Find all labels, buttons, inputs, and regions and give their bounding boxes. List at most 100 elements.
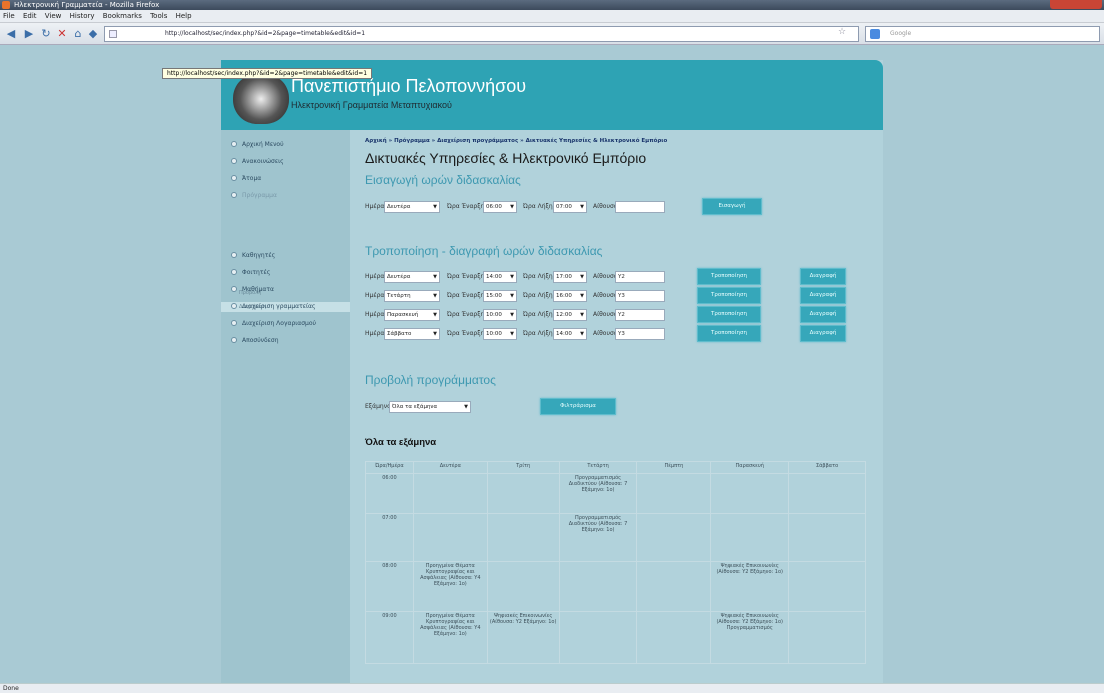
star-icon[interactable]: ☆	[838, 27, 846, 37]
table-row: 06:00 Προγραμματισμός Διαδικτύου (Αίθουσ…	[365, 473, 866, 514]
bullet-icon	[231, 141, 237, 147]
breadcrumb[interactable]: Αρχική » Πρόγραμμα » Διαχείριση προγράμμ…	[365, 138, 667, 144]
sidebar-item-courses[interactable]: Μαθήματα	[231, 286, 274, 293]
edit-button[interactable]: Τροποποίηση	[697, 268, 761, 285]
university-logo	[233, 74, 289, 124]
edit-button[interactable]: Τροποποίηση	[697, 325, 761, 342]
room-input[interactable]: Υ3	[615, 290, 665, 302]
home-icon[interactable]: ⌂	[72, 26, 84, 41]
navigation-toolbar: ◀ ▶ ↻ ✕ ⌂ ◆ http://localhost/sec/index.p…	[0, 23, 1104, 45]
sidebar-item-home[interactable]: Αρχική Μενού	[231, 141, 284, 148]
table-cell	[710, 513, 790, 562]
menu-view[interactable]: View	[45, 12, 62, 20]
end-select[interactable]: 12:00 ▼	[553, 309, 587, 321]
semester-select-value: Όλα τα εξάμηνα	[392, 404, 438, 410]
sidebar-item-announcements[interactable]: Ανακοινώσεις	[231, 158, 284, 165]
room-input[interactable]: Υ3	[615, 328, 665, 340]
table-row: 08:00 Προηγμένα Θέματα Κρυπτογραφίας και…	[365, 561, 866, 612]
start-select[interactable]: 14:00 ▼	[483, 271, 517, 283]
bullet-icon	[231, 269, 237, 275]
day-select[interactable]: Τετάρτη ▼	[384, 290, 440, 302]
menu-help[interactable]: Help	[176, 12, 192, 20]
dropdown-arrow-icon: ▼	[580, 331, 584, 337]
room-label: Αίθουσα	[593, 330, 618, 337]
semester-select[interactable]: Όλα τα εξάμηνα ▼	[389, 401, 471, 413]
end-label: Ώρα Λήξης	[523, 292, 557, 299]
search-placeholder: Google	[890, 30, 912, 37]
sidebar-item-account-admin[interactable]: Διαχείριση Λογαριασμού	[231, 320, 316, 327]
window-close-button[interactable]	[1050, 0, 1102, 9]
sidebar-item-students[interactable]: Φοιτητές	[231, 269, 270, 276]
end-select[interactable]: 17:00 ▼	[553, 271, 587, 283]
start-label: Ώρα Έναρξης	[447, 311, 488, 318]
site-subtitle: Ηλεκτρονική Γραμματεία Μεταπτυχιακού	[291, 100, 452, 110]
back-icon[interactable]: ◀	[3, 26, 19, 41]
sidebar-item-secretariat-admin[interactable]: Διαχείριση γραμματείας	[231, 303, 315, 310]
table-cell	[788, 611, 866, 664]
edit-button[interactable]: Τροποποίηση	[697, 287, 761, 304]
end-select-value: 12:00	[556, 312, 572, 318]
start-select[interactable]: 10:00 ▼	[483, 328, 517, 340]
dropdown-arrow-icon: ▼	[510, 293, 514, 299]
room-input[interactable]: Υ2	[615, 309, 665, 321]
table-cell: Προηγμένα Θέματα Κρυπτογραφίας και Ασφάλ…	[412, 561, 488, 612]
room-label: Αίθουσα	[593, 292, 618, 299]
start-select[interactable]: 10:00 ▼	[483, 309, 517, 321]
day-select[interactable]: Δευτέρα ▼	[384, 271, 440, 283]
menu-edit[interactable]: Edit	[23, 12, 37, 20]
end-label: Ώρα Λήξης	[523, 311, 557, 318]
dropdown-arrow-icon: ▼	[580, 274, 584, 280]
window-title: Ηλεκτρονική Γραμματεία - Mozilla Firefox	[14, 1, 160, 9]
menu-bookmarks[interactable]: Bookmarks	[103, 12, 142, 20]
menu-tools[interactable]: Tools	[150, 12, 167, 20]
google-icon	[870, 29, 880, 39]
url-bar[interactable]: http://localhost/sec/index.php?&id=2&pag…	[104, 26, 859, 42]
end-label: Ώρα Λήξης	[523, 203, 557, 210]
menu-file[interactable]: File	[3, 12, 15, 20]
time-cell: 08:00	[365, 561, 414, 612]
main-content: Αρχική » Πρόγραμμα » Διαχείριση προγράμμ…	[350, 130, 883, 693]
time-cell: 06:00	[365, 473, 414, 514]
day-select[interactable]: Παρασκευή ▼	[384, 309, 440, 321]
day-select[interactable]: Δευτέρα ▼	[384, 201, 440, 213]
sidebar-item-label: Διαχείριση γραμματείας	[242, 303, 316, 310]
sidebar-item-professors[interactable]: Καθηγητές	[231, 252, 275, 259]
end-select[interactable]: 07:00 ▼	[553, 201, 587, 213]
end-label: Ώρα Λήξης	[523, 273, 557, 280]
dropdown-arrow-icon: ▼	[510, 331, 514, 337]
sidebar-item-program[interactable]: Πρόγραμμα	[231, 192, 277, 199]
room-input[interactable]	[615, 201, 665, 213]
reload-icon[interactable]: ↻	[40, 26, 52, 41]
firefox-icon	[2, 1, 10, 9]
delete-button[interactable]: Διαγραφή	[800, 325, 846, 342]
timetable-heading: Όλα τα εξάμηνα	[365, 437, 437, 448]
stop-icon[interactable]: ✕	[56, 26, 68, 41]
delete-button[interactable]: Διαγραφή	[800, 268, 846, 285]
start-select[interactable]: 06:00 ▼	[483, 201, 517, 213]
sidebar-item-label: Αποσύνδεση	[242, 337, 279, 344]
menu-history[interactable]: History	[70, 12, 95, 20]
start-select[interactable]: 15:00 ▼	[483, 290, 517, 302]
status-bar: Done	[0, 683, 1104, 693]
day-select[interactable]: Σάββατο ▼	[384, 328, 440, 340]
filter-button[interactable]: Φιλτράρισμα	[540, 398, 616, 415]
search-bar[interactable]: Google	[865, 26, 1100, 42]
room-input[interactable]: Υ2	[615, 271, 665, 283]
header-cell: Τετάρτη	[558, 461, 638, 474]
forward-icon[interactable]: ▶	[22, 26, 36, 41]
insert-button[interactable]: Εισαγωγή	[702, 198, 762, 215]
delete-button[interactable]: Διαγραφή	[800, 287, 846, 304]
delete-button[interactable]: Διαγραφή	[800, 306, 846, 323]
sidebar-item-logout[interactable]: Αποσύνδεση	[231, 337, 279, 344]
table-cell	[558, 611, 638, 664]
table-cell	[558, 561, 638, 612]
dropdown-arrow-icon: ▼	[464, 404, 468, 410]
day-label: Ημέρα	[365, 273, 385, 280]
end-select[interactable]: 14:00 ▼	[553, 328, 587, 340]
bookmark-icon[interactable]: ◆	[87, 26, 99, 41]
end-select[interactable]: 16:00 ▼	[553, 290, 587, 302]
start-label: Ώρα Έναρξης	[447, 330, 488, 337]
site-page: Πανεπιστήμιο Πελοποννήσου Ηλεκτρονική Γρ…	[221, 60, 883, 693]
sidebar-item-people[interactable]: Άτομα	[231, 175, 261, 182]
edit-button[interactable]: Τροποποίηση	[697, 306, 761, 323]
